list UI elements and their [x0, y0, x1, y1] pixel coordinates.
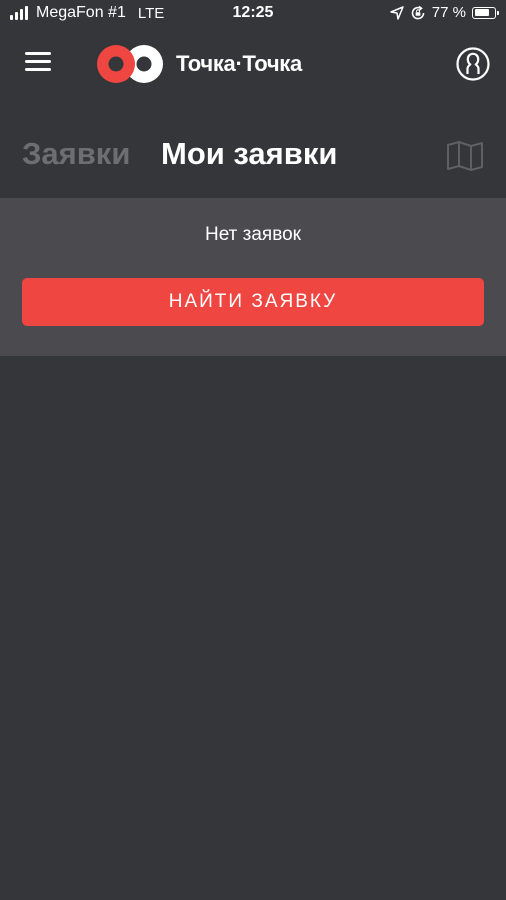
- app-header: Точка·Точка: [0, 28, 506, 104]
- app-screen: MegaFon #1 LTE 12:25 77 % Точка·Точка За…: [0, 0, 506, 900]
- tabs-row: Заявки Мои заявки: [0, 130, 506, 180]
- find-request-button[interactable]: НАЙТИ ЗАЯВКУ: [22, 278, 484, 326]
- empty-state-message: Нет заявок: [205, 224, 301, 245]
- battery-tip: [497, 10, 499, 15]
- app-logo: Точка·Точка: [96, 44, 302, 84]
- battery-fill: [474, 9, 489, 16]
- requests-panel: Нет заявок НАЙТИ ЗАЯВКУ: [0, 198, 506, 356]
- app-name: Точка·Точка: [176, 51, 302, 76]
- user-profile-icon: [456, 47, 490, 81]
- menu-line: [25, 60, 51, 63]
- menu-line: [25, 68, 51, 71]
- status-right: 77 %: [390, 4, 499, 21]
- battery-icon: [472, 6, 499, 19]
- tab-my-requests[interactable]: Мои заявки: [161, 136, 337, 172]
- location-arrow-icon: [390, 5, 404, 20]
- battery-percentage: 77 %: [431, 4, 466, 21]
- profile-button[interactable]: [456, 47, 490, 81]
- menu-line: [25, 52, 51, 55]
- map-button[interactable]: [446, 140, 484, 172]
- hamburger-menu-button[interactable]: [22, 52, 54, 78]
- map-icon: [447, 141, 483, 171]
- logo-circles-icon: [97, 45, 163, 83]
- rotation-lock-icon: [411, 5, 425, 19]
- tab-requests[interactable]: Заявки: [22, 136, 130, 172]
- status-bar: MegaFon #1 LTE 12:25 77 %: [0, 0, 506, 28]
